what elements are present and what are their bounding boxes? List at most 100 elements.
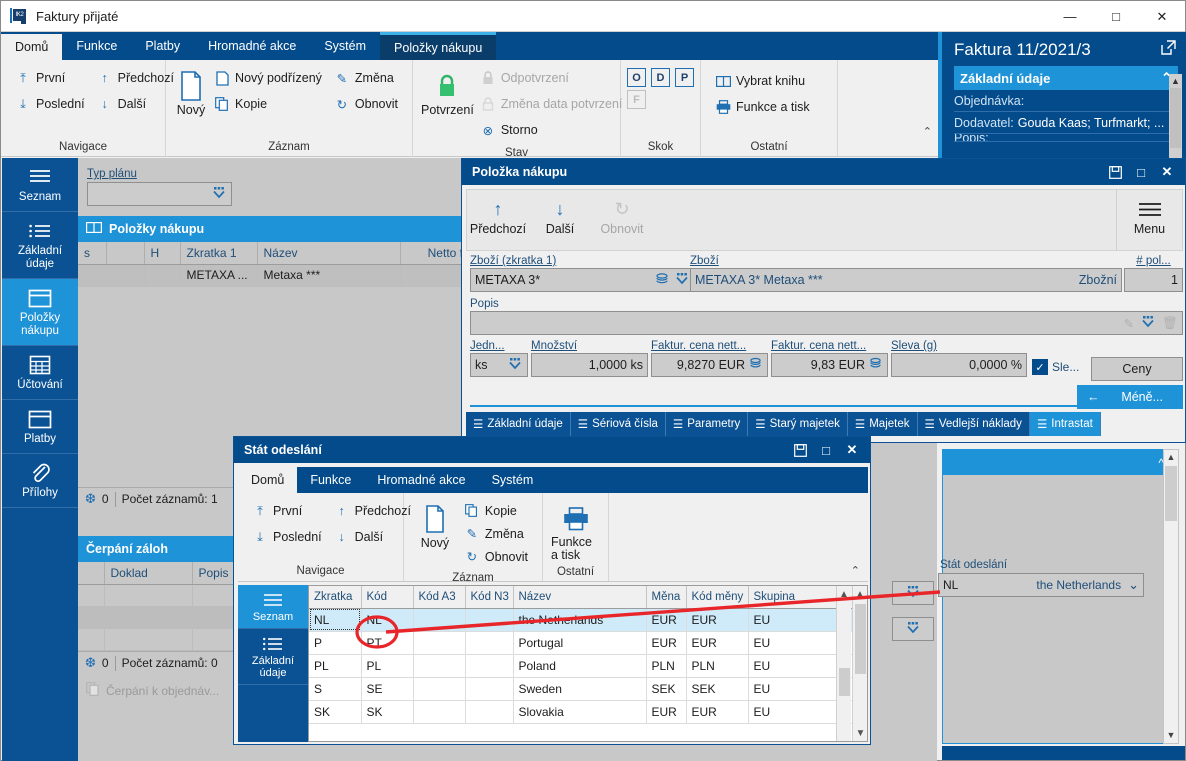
ceny-button[interactable]: Ceny	[1091, 357, 1183, 381]
ribbon-button-obnovit[interactable]: ↻ Obnovit	[328, 91, 404, 117]
col-kod-n3[interactable]: Kód N3	[465, 586, 514, 609]
scroll-thumb[interactable]	[1165, 466, 1177, 521]
field-mnozstvi-input[interactable]: 1,0000 ks	[531, 353, 648, 377]
polozky-nakupu-grid[interactable]: s H Zkratka 1 Název Netto f METAXA ... M…	[78, 242, 470, 287]
save-icon[interactable]	[1103, 159, 1127, 185]
ribbon-button-posledni[interactable]: ⤓ Poslední	[9, 91, 91, 117]
dialog-polozka-button-obnovit[interactable]: ↻ Obnovit	[591, 190, 653, 237]
dialog-stat-tab-system[interactable]: Systém	[479, 467, 547, 493]
table-row[interactable]: PL PL Poland PLN PLN EU	[309, 654, 867, 678]
jump-button-d[interactable]: D	[651, 68, 670, 87]
minimize-button[interactable]: —	[1047, 1, 1093, 32]
dialog-polozka-menu-button[interactable]: Menu	[1116, 190, 1182, 250]
ribbon-button-odpotvrzeni[interactable]: Odpotvrzení	[474, 65, 629, 91]
table-row[interactable]: S SE Sweden SEK SEK EU	[309, 677, 867, 701]
ribbon-tab-system[interactable]: Systém	[310, 32, 380, 60]
sidebar-item-seznam[interactable]: Seznam	[2, 158, 78, 212]
col-kod[interactable]: Kód	[361, 586, 414, 609]
currency-stack-icon[interactable]	[869, 357, 883, 373]
intrastat-small-combo-1[interactable]	[892, 581, 934, 605]
ribbon-tab-polozky-nakupu[interactable]: Položky nákupu	[380, 32, 497, 60]
field-jednotka-input[interactable]: ks	[470, 353, 528, 377]
currency-stack-icon[interactable]	[749, 357, 763, 373]
field-zbozi-input[interactable]: METAXA 3* Metaxa *** Zbožní	[690, 268, 1122, 292]
col-mena[interactable]: Měna	[646, 586, 687, 609]
scroll-up-arrow-icon[interactable]: ▲	[1164, 450, 1178, 464]
dialog-stat-button-kopie[interactable]: Kopie	[458, 499, 534, 522]
scroll-down-arrow-icon[interactable]: ▼	[1164, 728, 1178, 742]
dialog-polozka-button-predchozi[interactable]: ↑ Předchozí	[467, 190, 529, 237]
dialog-stat-sidebar-item-seznam[interactable]: Seznam	[238, 585, 308, 629]
ribbon-button-prvni[interactable]: ⤒ První	[9, 65, 91, 91]
scroll-thumb[interactable]	[855, 604, 866, 674]
ribbon-button-potvrzeni[interactable]: Potvrzení	[421, 65, 474, 117]
field-zbozi-zkratka-input[interactable]: METAXA 3*	[470, 268, 695, 292]
jump-button-f[interactable]: F	[627, 90, 646, 109]
lookup-icon[interactable]	[655, 272, 670, 289]
ribbon-button-novy[interactable]: Nový	[174, 65, 208, 117]
dialog-stat-ribbon-collapse[interactable]: ⌃	[851, 564, 860, 577]
intrastat-detail-scrollbar[interactable]: ▲ ▼	[1163, 449, 1179, 744]
table-row[interactable]: P PT Portugal EUR EUR EU	[309, 631, 867, 655]
tab-stary-majetek[interactable]: ☰ Starý majetek	[748, 412, 848, 436]
col-nazev[interactable]: Název	[257, 242, 401, 265]
sidebar-item-zakladni-udaje[interactable]: Základní údaje	[2, 212, 78, 279]
col-doklad[interactable]: Doklad	[104, 562, 193, 585]
close-icon[interactable]: ✕	[1155, 159, 1179, 185]
maximize-button[interactable]: □	[1093, 1, 1139, 32]
col-blank[interactable]	[106, 242, 145, 265]
col-nazev[interactable]: Název	[513, 586, 647, 609]
intrastat-small-combo-2[interactable]	[892, 617, 934, 641]
table-row[interactable]: NL NL the Netherlands EUR EUR EU	[309, 608, 867, 632]
ribbon-button-storno[interactable]: ⊗ Storno	[474, 117, 629, 143]
scroll-thumb[interactable]	[839, 668, 850, 696]
trash-icon[interactable]: 🗑	[1162, 316, 1178, 331]
dialog-stat-tab-hromadne-akce[interactable]: Hromadné akce	[364, 467, 478, 493]
dialog-stat-sidebar-item-zakladni-udaje[interactable]: Základní údaje	[238, 629, 308, 685]
chevron-down-icon[interactable]	[674, 272, 690, 288]
ribbon-button-zmena[interactable]: ✎ Změna	[328, 65, 404, 91]
sidebar-item-platby[interactable]: Platby	[2, 400, 78, 454]
field-faktur-cena-2-input[interactable]: 9,83 EUR	[771, 353, 888, 377]
dialog-stat-button-prvni[interactable]: ⤒ První	[246, 498, 328, 524]
col-kod-a3[interactable]: Kód A3	[413, 586, 466, 609]
right-panel-scrollbar[interactable]: ▲	[1169, 74, 1182, 162]
dialog-stat-country-table[interactable]: Zkratka Kód Kód A3 Kód N3 Název Měna Kód…	[309, 586, 867, 724]
dialog-polozka-button-dalsi[interactable]: ↓ Další	[529, 190, 591, 237]
table-row[interactable]: SK SK Slovakia EUR EUR EU	[309, 700, 867, 724]
sidebar-item-uctovani[interactable]: Účtování	[2, 346, 78, 400]
col-h[interactable]: H	[144, 242, 181, 265]
col-zkratka[interactable]: Zkratka	[309, 586, 362, 609]
stat-odeslani-select[interactable]: NL the Netherlands ⌄	[938, 573, 1144, 597]
table-row[interactable]: METAXA ... Metaxa ***	[78, 264, 470, 287]
ribbon-collapse-button[interactable]: ⌃	[923, 125, 932, 138]
close-icon[interactable]: ✕	[840, 437, 864, 463]
ribbon-button-zmena-data-potvrzeni[interactable]: Změna data potvrzení	[474, 91, 629, 117]
jump-button-p[interactable]: P	[675, 68, 694, 87]
field-popis-input[interactable]: ✎ 🗑	[470, 311, 1183, 335]
tab-intrastat[interactable]: ☰ Intrastat	[1029, 412, 1101, 436]
dialog-stat-button-posledni[interactable]: ⤓ Poslední	[246, 524, 328, 550]
scroll-down-arrow-icon[interactable]: ▼	[853, 725, 868, 741]
dialog-stat-button-obnovit[interactable]: ↻ Obnovit	[458, 545, 534, 568]
tab-vedlejsi-naklady[interactable]: ☰ Vedlejší náklady	[917, 412, 1030, 436]
dialog-stat-button-zmena[interactable]: ✎ Změna	[458, 522, 534, 545]
scroll-up-arrow-icon[interactable]: ▲	[1169, 74, 1182, 87]
field-sleva-input[interactable]: 0,0000 %	[891, 353, 1027, 377]
jump-button-o[interactable]: O	[627, 68, 646, 87]
sidebar-item-polozky-nakupu[interactable]: Položky nákupu	[2, 279, 78, 346]
ribbon-button-funkce-a-tisk[interactable]: Funkce a tisk	[709, 94, 816, 120]
pencil-icon[interactable]: ✎	[1124, 316, 1134, 331]
col-netto[interactable]: Netto f	[400, 242, 470, 265]
sidebar-item-prilohy[interactable]: Přílohy	[2, 454, 78, 508]
chevron-down-icon[interactable]: ⌄	[1128, 577, 1139, 593]
dialog-stat-button-funkce-a-tisk[interactable]: Funkce a tisk	[551, 498, 600, 562]
col-s[interactable]: s	[78, 242, 107, 265]
popout-icon[interactable]	[1161, 40, 1176, 60]
table-inner-scrollbar[interactable]: ▲	[836, 586, 851, 741]
field-faktur-cena-1-input[interactable]: 9,8270 EUR	[651, 353, 768, 377]
save-icon[interactable]	[788, 437, 812, 463]
ribbon-tab-hromadne-akce[interactable]: Hromadné akce	[194, 32, 310, 60]
tab-zakladni-udaje[interactable]: ☰ Základní údaje	[466, 412, 571, 436]
right-panel-section-zakladni-udaje[interactable]: Základní údaje ⌃	[954, 66, 1178, 90]
